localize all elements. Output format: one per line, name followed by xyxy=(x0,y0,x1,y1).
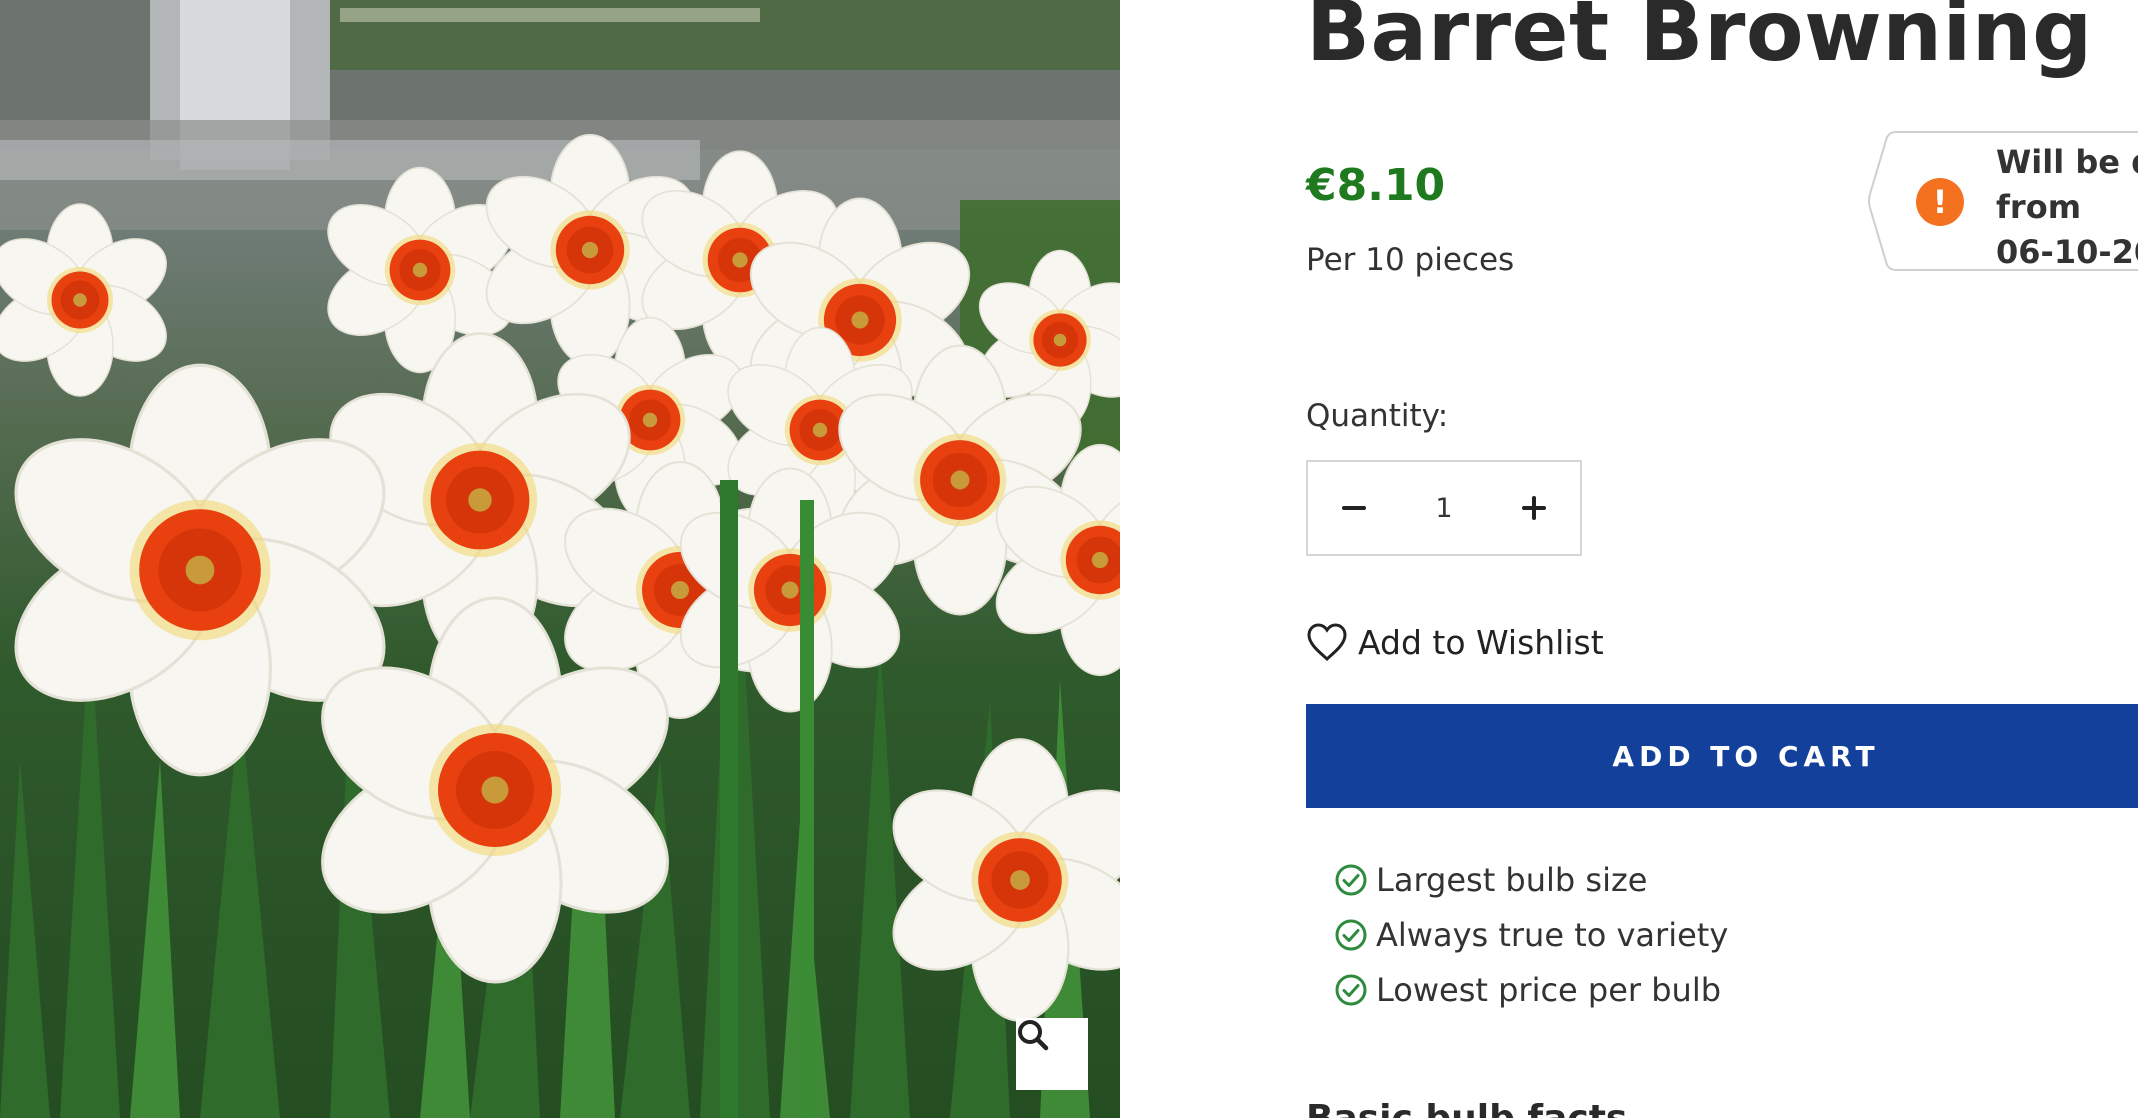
list-item: Always true to variety xyxy=(1334,907,1728,962)
quantity-label: Quantity: xyxy=(1306,398,1449,434)
price-unit: Per 10 pieces xyxy=(1306,242,1515,278)
plus-icon xyxy=(1522,496,1546,520)
benefit-label: Lowest price per bulb xyxy=(1376,970,1722,1009)
decrease-quantity-button[interactable] xyxy=(1308,462,1400,554)
delivery-date: 06-10-20 xyxy=(1996,233,2138,271)
benefit-label: Largest bulb size xyxy=(1376,860,1648,899)
list-item: Largest bulb size xyxy=(1334,852,1728,907)
section-heading: Basic bulb facts xyxy=(1306,1098,1627,1118)
check-circle-icon xyxy=(1335,864,1367,895)
list-item: Lowest price per bulb xyxy=(1334,962,1728,1017)
quantity-stepper xyxy=(1306,460,1582,556)
heart-icon xyxy=(1307,623,1347,662)
check-circle-icon xyxy=(1335,974,1367,1005)
alert-icon: ! xyxy=(1916,178,1964,226)
add-to-cart-button[interactable]: ADD TO CART xyxy=(1306,704,2138,808)
zoom-button[interactable] xyxy=(1016,1018,1088,1090)
delivery-line-1: Will be de xyxy=(1996,143,2138,181)
benefit-label: Always true to variety xyxy=(1376,915,1729,954)
product-title: Barret Browning xyxy=(1306,0,2093,80)
daffodil-photo xyxy=(0,0,1120,1118)
product-benefits-list: Largest bulb size Always true to variety… xyxy=(1334,852,1728,1017)
delivery-notice: ! Will be de from 06-10-20 xyxy=(1868,130,2138,272)
quantity-input[interactable] xyxy=(1400,478,1488,538)
delivery-line-2: from xyxy=(1996,188,2082,226)
check-circle-icon xyxy=(1335,919,1367,950)
minus-icon xyxy=(1342,506,1366,510)
increase-quantity-button[interactable] xyxy=(1488,462,1580,554)
product-price: €8.10 xyxy=(1306,160,1446,211)
product-image[interactable] xyxy=(0,0,1120,1118)
wishlist-label: Add to Wishlist xyxy=(1358,622,1604,662)
add-to-wishlist-link[interactable]: Add to Wishlist xyxy=(1306,622,1604,662)
magnifier-icon xyxy=(1018,1020,1049,1051)
